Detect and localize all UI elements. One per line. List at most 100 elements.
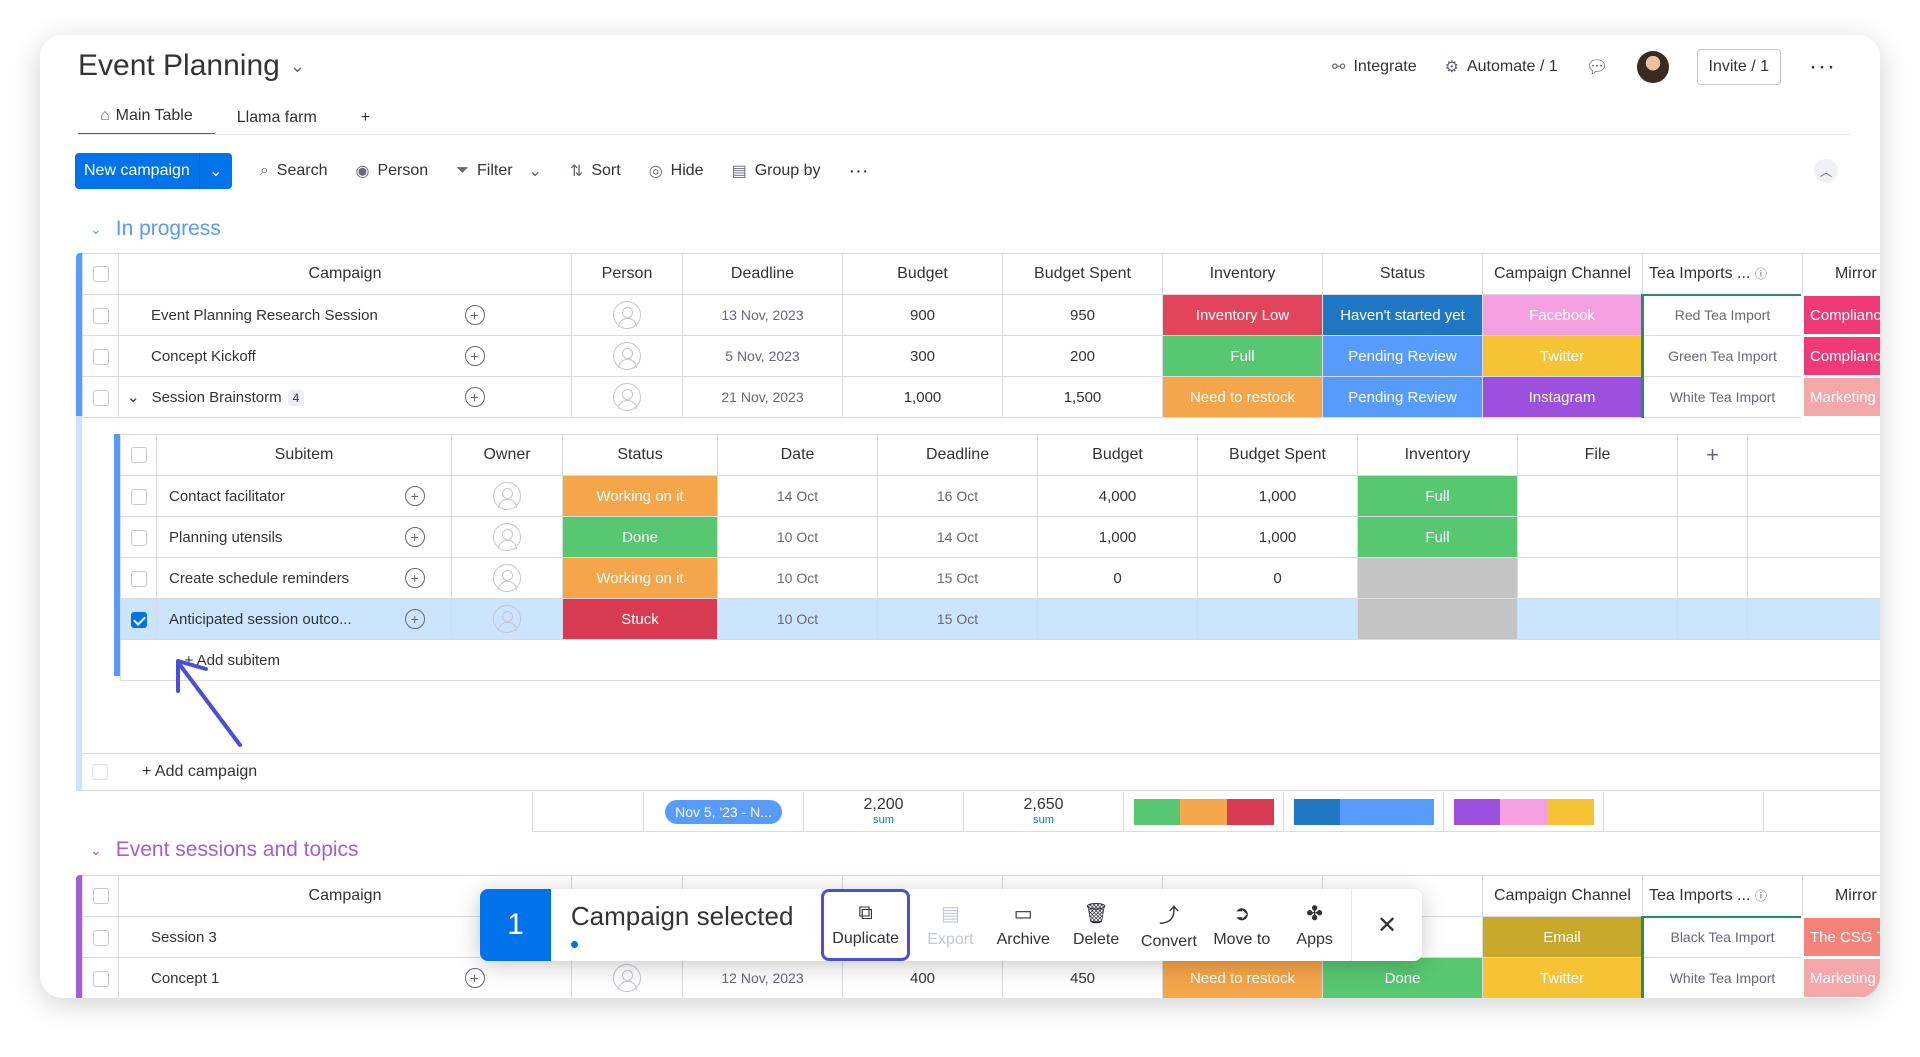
status-label[interactable]: Done: [562, 516, 719, 558]
status-label[interactable]: Working on it: [562, 475, 719, 517]
budget-spent-cell[interactable]: 1,500: [1002, 376, 1163, 418]
filter-button[interactable]: ⏷ Filter ⌄: [456, 161, 542, 181]
subitem-row[interactable]: Create schedule reminders + Working on i…: [120, 557, 1880, 599]
budget-spent-cell[interactable]: 1,000: [1197, 475, 1359, 517]
item-name[interactable]: Session 3: [118, 916, 459, 958]
invite-button[interactable]: Invite / 1: [1696, 49, 1782, 85]
chevron-down-icon[interactable]: ⌄: [90, 842, 102, 859]
budget-cell[interactable]: 400: [842, 957, 1003, 998]
new-campaign-button[interactable]: New campaign ⌄: [75, 153, 232, 189]
row-checkbox[interactable]: [82, 335, 119, 377]
status-distribution-bar[interactable]: [1284, 792, 1444, 831]
board-title[interactable]: Event Planning ⌄: [78, 49, 305, 83]
column-header[interactable]: Mirror 1: [1802, 253, 1880, 296]
budget-spent-cell[interactable]: 950: [1002, 294, 1163, 336]
budget-cell[interactable]: 4,000: [1037, 475, 1199, 517]
add-view-button[interactable]: +: [339, 103, 392, 135]
column-header[interactable]: Inventory: [1162, 253, 1323, 295]
budget-cell[interactable]: 0: [1037, 557, 1199, 599]
chevron-down-icon[interactable]: ⌄: [127, 388, 140, 406]
add-update-icon[interactable]: +: [378, 516, 453, 558]
date-cell[interactable]: 10 Oct: [717, 598, 879, 640]
item-name[interactable]: Concept Kickoff: [118, 335, 459, 377]
status-label[interactable]: Haven't started yet: [1322, 294, 1483, 336]
tea-import-cell[interactable]: Green Tea Import: [1641, 335, 1803, 377]
date-cell[interactable]: 10 Oct: [717, 516, 879, 558]
channel-label[interactable]: Twitter: [1482, 335, 1643, 377]
column-header[interactable]: Budget Spent: [1002, 253, 1163, 295]
column-header[interactable]: Budget: [842, 253, 1003, 295]
budget-cell[interactable]: [1037, 598, 1199, 640]
inventory-label[interactable]: [1357, 598, 1519, 640]
add-campaign-input[interactable]: + Add campaign: [142, 763, 257, 781]
subitem-count-badge[interactable]: 4: [287, 390, 305, 406]
date-cell[interactable]: 10 Oct: [717, 557, 879, 599]
column-header[interactable]: Person: [571, 253, 683, 295]
column-header[interactable]: Owner: [451, 434, 564, 476]
person-cell[interactable]: [571, 957, 683, 998]
status-label[interactable]: Stuck: [562, 598, 719, 640]
budget-spent-cell[interactable]: [1197, 598, 1359, 640]
column-header[interactable]: Campaign Channel: [1482, 253, 1643, 295]
close-icon[interactable]: ✕: [1351, 889, 1422, 961]
inventory-label[interactable]: [1357, 557, 1519, 599]
owner-cell[interactable]: [451, 475, 564, 517]
mirror-label[interactable]: Compliance: [1801, 334, 1880, 378]
budget-spent-cell[interactable]: 0: [1197, 557, 1359, 599]
table-row[interactable]: Concept Kickoff + 5 Nov, 2023 300 200 Fu…: [82, 334, 1880, 378]
deadline-cell[interactable]: 13 Nov, 2023: [682, 294, 843, 336]
channel-label[interactable]: Twitter: [1482, 957, 1643, 998]
deadline-cell[interactable]: 14 Oct: [877, 516, 1039, 558]
export-button[interactable]: ▤ Export: [914, 889, 987, 961]
select-all-checkbox[interactable]: [82, 253, 119, 295]
row-checkbox[interactable]: [82, 957, 119, 998]
subitem-name[interactable]: Planning utensils: [156, 516, 379, 558]
budget-cell[interactable]: 1,000: [842, 376, 1003, 418]
item-name[interactable]: Concept 1: [118, 957, 459, 998]
status-label[interactable]: Done: [1322, 957, 1483, 998]
inventory-label[interactable]: Inventory Low: [1162, 294, 1323, 336]
budget-cell[interactable]: 300: [842, 335, 1003, 377]
tea-import-cell[interactable]: Red Tea Import: [1641, 294, 1803, 336]
subitem-name[interactable]: Contact facilitator: [156, 475, 379, 517]
status-label[interactable]: Working on it: [562, 557, 719, 599]
person-cell[interactable]: [571, 376, 683, 418]
add-update-icon[interactable]: +: [458, 335, 572, 377]
file-cell[interactable]: [1517, 475, 1679, 517]
inventory-label[interactable]: Full: [1357, 516, 1519, 558]
budget-spent-cell[interactable]: 1,000: [1197, 516, 1359, 558]
chevron-down-icon[interactable]: ⌄: [90, 221, 102, 238]
checked-checkbox-icon[interactable]: [130, 611, 147, 628]
column-header[interactable]: Status: [1322, 253, 1483, 295]
person-cell[interactable]: [571, 335, 683, 377]
row-checkbox[interactable]: [82, 916, 119, 958]
add-update-icon[interactable]: +: [458, 957, 572, 998]
group-title-in-progress[interactable]: ⌄ In progress: [90, 217, 221, 241]
column-header[interactable]: Campaign: [118, 253, 572, 295]
row-checkbox[interactable]: [120, 598, 157, 640]
column-header[interactable]: Deadline: [877, 434, 1039, 476]
info-icon[interactable]: ⓘ: [1755, 265, 1767, 282]
subitem-row[interactable]: Contact facilitator + Working on it 14 O…: [120, 475, 1880, 517]
subitem-name[interactable]: Create schedule reminders: [156, 557, 379, 599]
avatar[interactable]: [1636, 51, 1669, 83]
add-campaign-row[interactable]: + Add campaign: [82, 753, 1880, 791]
row-checkbox[interactable]: [82, 376, 119, 418]
column-header[interactable]: Deadline: [682, 253, 843, 295]
status-label[interactable]: Pending Review: [1322, 335, 1483, 377]
apps-button[interactable]: ✤ Apps: [1278, 889, 1351, 961]
status-label[interactable]: Pending Review: [1322, 376, 1483, 418]
chevron-down-icon[interactable]: ⌄: [529, 161, 542, 181]
budget-spent-cell[interactable]: 200: [1002, 335, 1163, 377]
more-options-icon[interactable]: ···: [1809, 53, 1836, 81]
owner-cell[interactable]: [451, 598, 564, 640]
file-cell[interactable]: [1517, 598, 1679, 640]
convert-button[interactable]: ⤴ Convert: [1133, 889, 1206, 961]
column-header[interactable]: Budget: [1037, 434, 1199, 476]
table-row[interactable]: ⌄ Session Brainstorm 4 + 21 Nov, 2023 1,00…: [82, 375, 1880, 419]
channel-label[interactable]: Instagram: [1482, 376, 1643, 418]
automate-button[interactable]: ⚙ Automate / 1: [1445, 57, 1558, 77]
tab-main-table[interactable]: ⌂ Main Table: [78, 101, 215, 135]
subitem-row-selected[interactable]: Anticipated session outco... + Stuck 10 …: [120, 598, 1880, 640]
chat-bubble-icon[interactable]: 💬︎: [1586, 57, 1609, 78]
